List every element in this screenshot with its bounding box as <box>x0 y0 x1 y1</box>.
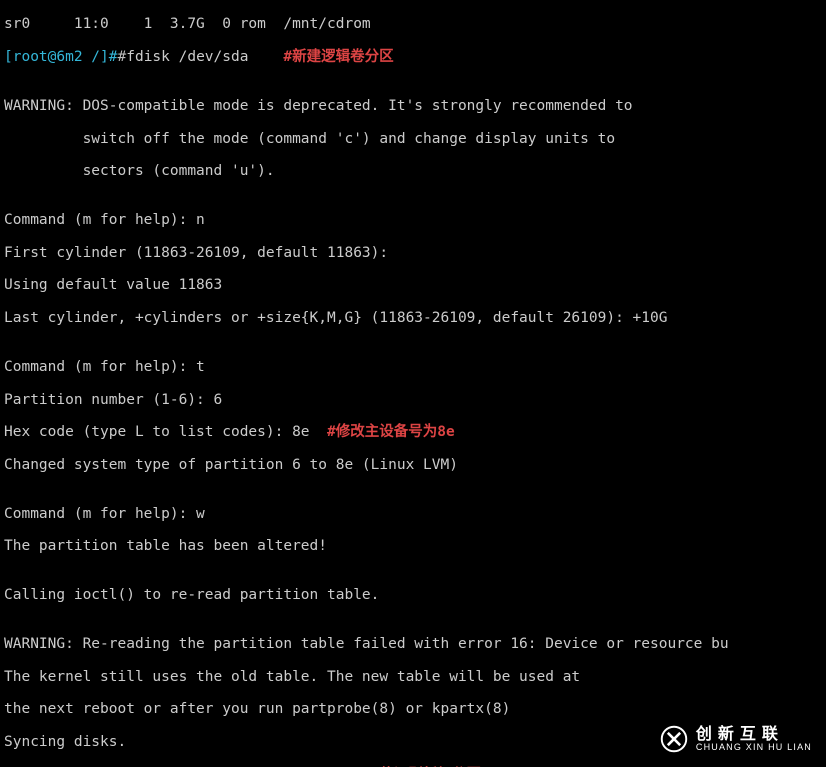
output-line: switch off the mode (command 'c') and ch… <box>4 131 822 147</box>
output-line: sr0 11:0 1 3.7G 0 rom /mnt/cdrom <box>4 16 822 32</box>
annotation: #修改主设备号为8e <box>327 424 455 440</box>
output-line: sectors (command 'u'). <box>4 163 822 179</box>
output-line: The partition table has been altered! <box>4 538 822 554</box>
output-line: Last cylinder, +cylinders or +size{K,M,G… <box>4 310 822 326</box>
output-line: Hex code (type L to list codes): 8e #修改主… <box>4 424 822 440</box>
hex-code-line: Hex code (type L to list codes): 8e <box>4 424 310 440</box>
shell-command: fdisk /dev/sda <box>126 49 248 65</box>
output-line: Using default value 11863 <box>4 277 822 293</box>
logo-text-cn: 创新互联 <box>696 727 812 743</box>
output-line: Command (m for help): w <box>4 506 822 522</box>
output-line: Partition number (1-6): 6 <box>4 392 822 408</box>
annotation: #新建逻辑卷分区 <box>283 49 393 65</box>
output-line: Changed system type of partition 6 to 8e… <box>4 457 822 473</box>
shell-prompt: [root@6m2 /]# <box>4 49 118 65</box>
logo-mark-icon <box>660 725 688 753</box>
output-line: Command (m for help): n <box>4 212 822 228</box>
prompt-hash: # <box>118 49 127 65</box>
output-line: The kernel still uses the old table. The… <box>4 669 822 685</box>
output-line: the next reboot or after you run partpro… <box>4 701 822 717</box>
output-line: WARNING: DOS-compatible mode is deprecat… <box>4 98 822 114</box>
output-line: WARNING: Re-reading the partition table … <box>4 636 822 652</box>
logo-text-pinyin: CHUANG XIN HU LIAN <box>696 743 812 752</box>
output-line: Calling ioctl() to re-read partition tab… <box>4 587 822 603</box>
prompt-line: [root@6m2 /]##fdisk /dev/sda #新建逻辑卷分区 <box>4 49 822 65</box>
watermark-logo: 创新互联 CHUANG XIN HU LIAN <box>660 725 812 753</box>
terminal[interactable]: sr0 11:0 1 3.7G 0 rom /mnt/cdrom [root@6… <box>0 0 826 767</box>
output-line: Command (m for help): t <box>4 359 822 375</box>
output-line: First cylinder (11863-26109, default 118… <box>4 245 822 261</box>
